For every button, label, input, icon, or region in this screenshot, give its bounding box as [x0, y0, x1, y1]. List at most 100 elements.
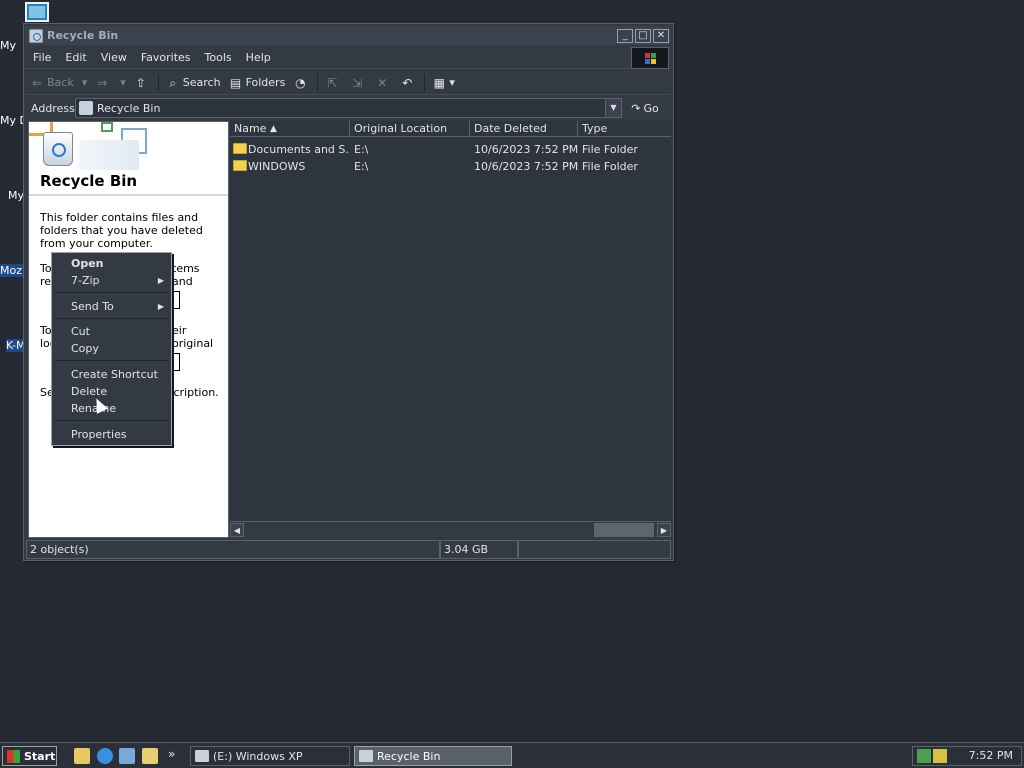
title-bar[interactable]: Recycle Bin _ □ ✕ [26, 26, 671, 45]
menu-item-delete[interactable]: Delete [53, 383, 170, 400]
menu-help[interactable]: Help [239, 51, 278, 64]
task-pane-title: Recycle Bin [40, 172, 138, 190]
go-button[interactable]: ↷ Go [625, 98, 665, 118]
folder-icon [233, 160, 247, 171]
menu-tools[interactable]: Tools [198, 51, 239, 64]
maximize-button[interactable]: □ [635, 28, 651, 43]
quicklaunch-more-chevron-icon[interactable]: » [168, 747, 175, 761]
go-label: Go [643, 101, 659, 115]
desktop-label-my-documents[interactable]: My [0, 39, 24, 52]
menu-separator [55, 318, 168, 319]
recycle-bin-icon [359, 750, 373, 762]
back-button[interactable]: ⇐ Back [26, 73, 78, 93]
forward-arrow-icon: ⇒ [97, 75, 108, 90]
menu-favorites[interactable]: Favorites [134, 51, 198, 64]
column-type[interactable]: Type [578, 121, 671, 137]
text-fragment: tems and [172, 262, 200, 288]
folders-label: Folders [245, 76, 286, 89]
folders-button[interactable]: ▤ Folders [225, 73, 290, 93]
menu-bar: File Edit View Favorites Tools Help [26, 47, 671, 69]
clock[interactable]: 7:52 PM [969, 747, 1013, 765]
menu-item-copy[interactable]: Copy [53, 340, 170, 357]
menu-item-open[interactable]: Open [53, 255, 170, 272]
scroll-left-button[interactable]: ◀ [230, 523, 244, 537]
menu-item-cut[interactable]: Cut [53, 323, 170, 340]
quicklaunch-show-desktop-icon[interactable] [74, 748, 90, 764]
menu-item-send-to-label: Send To [71, 300, 114, 313]
history-button[interactable]: ◔ [289, 73, 314, 93]
column-date-deleted[interactable]: Date Deleted [470, 121, 578, 137]
minimize-button[interactable]: _ [617, 28, 633, 43]
start-button[interactable]: Start [2, 746, 57, 766]
column-name[interactable]: Name ▲ [230, 121, 350, 137]
delete-button[interactable]: ✕ [371, 73, 396, 93]
windows-logo-icon [631, 47, 669, 69]
network-tray-icon[interactable] [917, 749, 931, 763]
forward-dropdown[interactable]: ▾ [116, 73, 130, 93]
undo-button[interactable]: ↶ [396, 73, 421, 93]
close-button[interactable]: ✕ [653, 28, 669, 43]
desktop-icon[interactable] [25, 2, 49, 22]
file-type: File Folder [582, 160, 638, 173]
taskbar-button-recycle-bin[interactable]: Recycle Bin [354, 746, 512, 766]
up-folder-icon: ⇧ [135, 75, 146, 90]
address-dropdown-button[interactable]: ▼ [605, 99, 621, 117]
go-arrow-icon: ↷ [631, 101, 641, 115]
menu-item-7zip[interactable]: 7-Zip ▶ [53, 272, 170, 289]
copy-to-icon: ⇲ [352, 75, 363, 90]
up-folder-button[interactable]: ⇧ [130, 73, 155, 93]
recycle-bin-large-icon [43, 132, 73, 166]
menu-separator [55, 360, 168, 361]
taskbar-button-windows-xp[interactable]: (E:) Windows XP [190, 746, 350, 766]
text-fragment: To [40, 262, 52, 275]
system-tray: 7:52 PM [912, 746, 1022, 766]
delete-x-icon: ✕ [377, 75, 388, 90]
menu-item-send-to[interactable]: Send To ▶ [53, 298, 170, 315]
table-row[interactable]: Documents and S... E:\ 10/6/2023 7:52 PM… [230, 141, 671, 158]
text-fragment: re [40, 275, 52, 288]
menu-item-create-shortcut[interactable]: Create Shortcut [53, 366, 170, 383]
views-button[interactable]: ▦ ▾ [428, 73, 459, 93]
taskbar: Start » (E:) Windows XP Recycle Bin 7:52… [0, 742, 1024, 768]
scroll-thumb[interactable] [594, 523, 654, 537]
column-name-label: Name [234, 122, 267, 135]
back-dropdown[interactable]: ▾ [78, 73, 92, 93]
sort-ascending-icon: ▲ [270, 124, 277, 134]
column-original-location[interactable]: Original Location [350, 121, 470, 137]
menu-separator [55, 292, 168, 293]
file-location: E:\ [354, 160, 369, 173]
quicklaunch-internet-explorer-icon[interactable] [97, 748, 113, 764]
desktop-label-my-computer[interactable]: My D [0, 114, 24, 127]
copy-to-button[interactable]: ⇲ [346, 73, 371, 93]
table-row[interactable]: WINDOWS E:\ 10/6/2023 7:52 PM File Folde… [230, 158, 671, 175]
text-fragment: To [40, 324, 52, 337]
status-empty [518, 540, 671, 559]
start-label: Start [24, 749, 56, 763]
menu-view[interactable]: View [94, 51, 134, 64]
recycle-bin-icon [79, 101, 93, 115]
file-date: 10/6/2023 7:52 PM [474, 143, 579, 156]
taskbar-button-label: Recycle Bin [377, 749, 441, 763]
desktop-label-mozilla[interactable]: Moz [0, 264, 24, 277]
toolbar-separator [317, 73, 319, 92]
menu-item-properties[interactable]: Properties [53, 426, 170, 443]
search-button[interactable]: ⌕ Search [162, 73, 225, 93]
windows-flag-icon [7, 749, 20, 763]
text-fragment: eir original [172, 324, 214, 350]
move-to-button[interactable]: ⇱ [321, 73, 346, 93]
toolbar-separator [157, 73, 159, 92]
menu-item-rename[interactable]: Rename [53, 400, 170, 417]
address-input[interactable]: Recycle Bin ▼ [75, 98, 622, 118]
back-arrow-icon: ⇐ [31, 75, 43, 90]
menu-file[interactable]: File [26, 51, 58, 64]
volume-tray-icon[interactable] [933, 749, 947, 763]
menu-edit[interactable]: Edit [58, 51, 93, 64]
context-menu: Open 7-Zip ▶ Send To ▶ Cut Copy Create S… [51, 252, 172, 446]
quicklaunch-outlook-icon[interactable] [119, 748, 135, 764]
search-icon: ⌕ [169, 75, 177, 90]
file-list[interactable]: Name ▲ Original Location Date Deleted Ty… [230, 121, 671, 538]
quicklaunch-search-icon[interactable] [142, 748, 158, 764]
scroll-right-button[interactable]: ▶ [657, 523, 671, 537]
forward-button[interactable]: ⇒ [91, 73, 116, 93]
horizontal-scrollbar[interactable]: ◀ ▶ [230, 521, 671, 538]
